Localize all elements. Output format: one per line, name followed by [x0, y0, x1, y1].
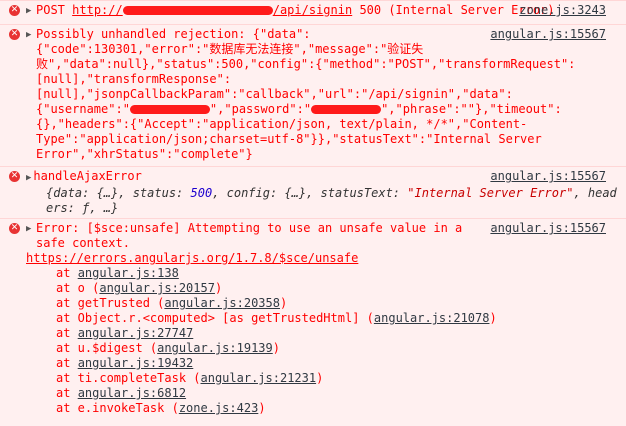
stack-frame-source-link[interactable]: angular.js:19139	[157, 341, 273, 355]
expand-triangle-icon[interactable]: ▶	[26, 4, 31, 19]
console-entry-sce-unsafe[interactable]: ✕ ▶ angular.js:15567 Error: [$sce:unsafe…	[0, 218, 626, 426]
console-entry-unhandled-rejection[interactable]: ✕ ▶ angular.js:15567 Possibly unhandled …	[0, 24, 626, 166]
rejection-line: Error","xhrStatus":"complete"}	[36, 147, 253, 161]
rejection-line: {},"headers":{"Accept":"application/json…	[36, 117, 528, 131]
error-circle-icon: ✕	[9, 223, 20, 234]
error-circle-icon: ✕	[9, 171, 20, 182]
rejection-line: Type":"application/json;charset=utf-8"}}…	[36, 132, 542, 146]
ajax-object-preview-cont: ers: ƒ, …}	[46, 201, 119, 215]
stack-frame-text: at getTrusted (	[56, 296, 165, 310]
stack-frame: at u.$digest (angular.js:19139)	[36, 341, 622, 356]
stack-frame-text: at Object.r.<computed> [as getTrustedHtm…	[56, 311, 374, 325]
stack-frame: at angular.js:6812	[36, 386, 622, 401]
stack-frame-text: )	[279, 296, 288, 310]
expand-triangle-icon[interactable]: ▶	[26, 222, 31, 237]
stack-frame-text: )	[258, 401, 266, 415]
stack-trace: at angular.js:138 at o (angular.js:20157)…	[36, 266, 622, 416]
stack-frame-text: at	[56, 386, 78, 400]
rejection-line: {"code":130301,"error":"数据库无法连接","messag…	[36, 42, 424, 56]
expand-triangle-icon[interactable]: ▶	[26, 28, 31, 43]
stack-frame-text: at ti.completeTask (	[56, 371, 201, 385]
stack-frame: at Object.r.<computed> [as getTrustedHtm…	[36, 311, 622, 326]
redacted-host	[122, 6, 273, 15]
stack-frame-source-link[interactable]: zone.js:423	[179, 401, 258, 415]
post-message: POST http:///api/signin 500 (Internal Se…	[36, 3, 555, 17]
stack-frame-text: at e.invokeTask (	[56, 401, 179, 415]
source-link[interactable]: angular.js:15567	[490, 169, 606, 184]
rejection-line: [null],"transformResponse":	[36, 72, 232, 86]
rejection-line: 败","data":null},"status":500,"config":{"…	[36, 57, 576, 71]
stack-frame: at angular.js:27747	[36, 326, 622, 341]
stack-frame-text: )	[272, 341, 280, 355]
stack-frame-source-link[interactable]: angular.js:20358	[164, 296, 280, 310]
redacted-username	[129, 105, 210, 114]
console-entry-post-error[interactable]: ✕ ▶ POST http:///api/signin 500 (Interna…	[0, 0, 626, 24]
source-link[interactable]: angular.js:15567	[490, 221, 606, 236]
sce-message-cont: safe context.	[36, 236, 130, 250]
error-circle-icon: ✕	[9, 29, 20, 40]
stack-frame-text: at	[56, 326, 78, 340]
stack-frame-source-link[interactable]: angular.js:21078	[374, 311, 490, 325]
sce-doc-link[interactable]: https://errors.angularjs.org/1.7.8/$sce/…	[26, 251, 622, 266]
stack-frame-source-link[interactable]: angular.js:27747	[78, 326, 194, 340]
stack-frame: at angular.js:19432	[36, 356, 622, 371]
stack-frame-source-link[interactable]: angular.js:138	[78, 266, 179, 280]
stack-frame-text: )	[489, 311, 497, 325]
stack-frame: at ti.completeTask (angular.js:21231)	[36, 371, 622, 386]
rejection-credentials-line: {"username":" ","password":" ","phrase":""…	[36, 102, 562, 116]
console-entry-handle-ajax-error[interactable]: ✕ angular.js:15567 ▶ handleAjaxError {dat…	[0, 166, 626, 218]
stack-frame-text: at u.$digest (	[56, 341, 158, 355]
stack-frame: at o (angular.js:20157)	[36, 281, 622, 296]
stack-frame-text: at	[56, 356, 78, 370]
expand-triangle-icon[interactable]: ▶	[26, 173, 31, 183]
stack-frame-text: )	[214, 281, 223, 295]
redacted-password	[311, 105, 382, 114]
stack-frame-source-link[interactable]: angular.js:21231	[201, 371, 317, 385]
stack-frame: at getTrusted (angular.js:20358)	[36, 296, 622, 311]
stack-frame-text: at	[56, 266, 78, 280]
stack-frame: at angular.js:138	[36, 266, 622, 281]
ajax-object-preview[interactable]: {data: {…}, status: 500, config: {…}, st…	[36, 186, 622, 201]
stack-frame-source-link[interactable]: angular.js:6812	[78, 386, 186, 400]
stack-frame-source-link[interactable]: angular.js:19432	[78, 356, 194, 370]
request-url[interactable]: http:///api/signin	[72, 3, 352, 17]
stack-frame-text: at o (	[56, 281, 100, 295]
stack-frame-text: )	[316, 371, 324, 385]
stack-frame: at e.invokeTask (zone.js:423)	[36, 401, 622, 416]
stack-frame-source-link[interactable]: angular.js:20157	[99, 281, 215, 295]
source-link[interactable]: zone.js:3243	[519, 3, 606, 18]
rejection-line: [null],"jsonpCallbackParam":"callback","…	[36, 87, 513, 101]
source-link[interactable]: angular.js:15567	[490, 27, 606, 42]
error-circle-icon: ✕	[9, 5, 20, 16]
devtools-console: ✕ ▶ POST http:///api/signin 500 (Interna…	[0, 0, 626, 426]
